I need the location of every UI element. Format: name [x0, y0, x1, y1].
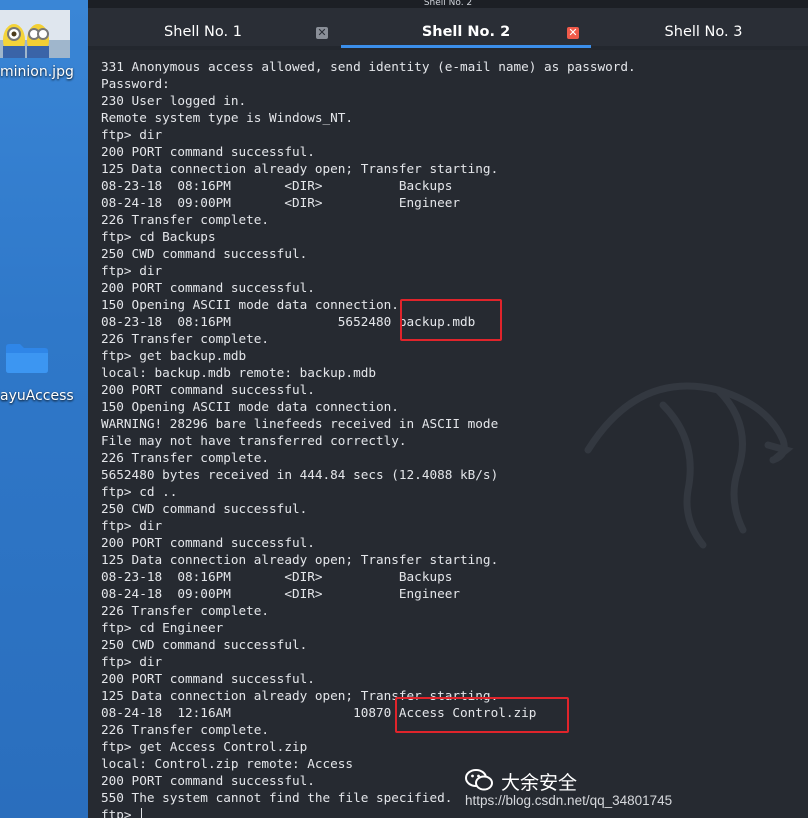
close-icon[interactable]: ✕ [567, 27, 579, 39]
terminal-line: ftp> cd Backups [101, 229, 216, 244]
tab-label: Shell No. 1 [164, 24, 242, 40]
terminal-line: 5652480 bytes received in 444.84 secs (1… [101, 467, 499, 482]
tab-bar: Shell No. 1 ✕ Shell No. 2 ✕ Shell No. 3 [88, 8, 808, 46]
terminal-line: ftp> get backup.mdb [101, 348, 247, 363]
terminal-line: 200 PORT command successful. [101, 144, 315, 159]
text-cursor [141, 808, 143, 818]
terminal-line: 250 CWD command successful. [101, 246, 308, 261]
terminal-line: WARNING! 28296 bare linefeeds received i… [101, 416, 499, 431]
tab-shell-3[interactable]: Shell No. 3 [591, 8, 808, 46]
terminal-line: ftp> cd Engineer [101, 620, 224, 635]
terminal-window: Shell No. 2 Shell No. 1 ✕ Shell No. 2 ✕ … [88, 0, 808, 818]
tab-shell-1[interactable]: Shell No. 1 [88, 8, 318, 46]
terminal-line: 331 Anonymous access allowed, send ident… [101, 59, 636, 74]
terminal-line: 08-24-18 09:00PM <DIR> Engineer [101, 195, 461, 210]
prompt-text: ftp> [101, 807, 140, 818]
terminal-line: ftp> dir [101, 263, 163, 278]
folder-label[interactable]: ayuAccess [0, 388, 74, 404]
terminal-line: 150 Opening ASCII mode data connection. [101, 297, 399, 312]
terminal-line: Password: [101, 76, 170, 91]
folder-icon[interactable] [6, 343, 48, 373]
close-icon[interactable]: ✕ [316, 27, 328, 39]
terminal-line: 200 PORT command successful. [101, 280, 315, 295]
window-title: Shell No. 2 [88, 0, 808, 8]
active-tab-indicator [341, 45, 591, 48]
terminal-line: 226 Transfer complete. [101, 212, 270, 227]
terminal-line: File may not have transferred correctly. [101, 433, 407, 448]
terminal-line: 08-23-18 08:16PM <DIR> Backups [101, 569, 453, 584]
terminal-output[interactable]: 331 Anonymous access allowed, send ident… [88, 50, 808, 818]
terminal-line: 08-24-18 09:00PM <DIR> Engineer [101, 586, 461, 601]
terminal-line: ftp> dir [101, 518, 163, 533]
terminal-line: 226 Transfer complete. [101, 450, 270, 465]
terminal-line: 125 Data connection already open; Transf… [101, 161, 499, 176]
terminal-line: ftp> get Access Control.zip [101, 739, 308, 754]
highlight-box-backup-mdb [400, 299, 502, 341]
terminal-line: 226 Transfer complete. [101, 603, 270, 618]
minion-file-label[interactable]: minion.jpg [0, 64, 74, 80]
terminal-line: 150 Opening ASCII mode data connection. [101, 399, 399, 414]
watermark-url: https://blog.csdn.net/qq_34801745 [465, 793, 673, 808]
terminal-line: local: backup.mdb remote: backup.mdb [101, 365, 376, 380]
terminal-line: 230 User logged in. [101, 93, 247, 108]
tab-shell-2[interactable]: Shell No. 2 [341, 8, 591, 46]
terminal-line: 08-23-18 08:16PM <DIR> Backups [101, 178, 453, 193]
terminal-line: 08-23-18 08:16PM 5652480 backup.mdb [101, 314, 476, 329]
terminal-line: 200 PORT command successful. [101, 382, 315, 397]
terminal-line: 226 Transfer complete. [101, 331, 270, 346]
desktop-area: minion.jpg ayuAccess [0, 0, 88, 818]
terminal-line: ftp> dir [101, 127, 163, 142]
watermark-name: 大余安全 [501, 772, 578, 794]
terminal-line: Remote system type is Windows_NT. [101, 110, 354, 125]
terminal-line: ftp> dir [101, 654, 163, 669]
terminal-line: ftp> cd .. [101, 484, 178, 499]
minion-image-thumbnail[interactable] [0, 10, 70, 58]
terminal-line: 250 CWD command successful. [101, 637, 308, 652]
terminal-line: 200 PORT command successful. [101, 671, 315, 686]
terminal-line: 125 Data connection already open; Transf… [101, 552, 499, 567]
tab-label: Shell No. 3 [664, 24, 743, 40]
wechat-icon [465, 769, 493, 791]
highlight-box-access-control-zip [395, 697, 569, 733]
tab-label: Shell No. 2 [421, 24, 511, 40]
terminal-line: 200 PORT command successful. [101, 535, 315, 550]
terminal-line: 250 CWD command successful. [101, 501, 308, 516]
